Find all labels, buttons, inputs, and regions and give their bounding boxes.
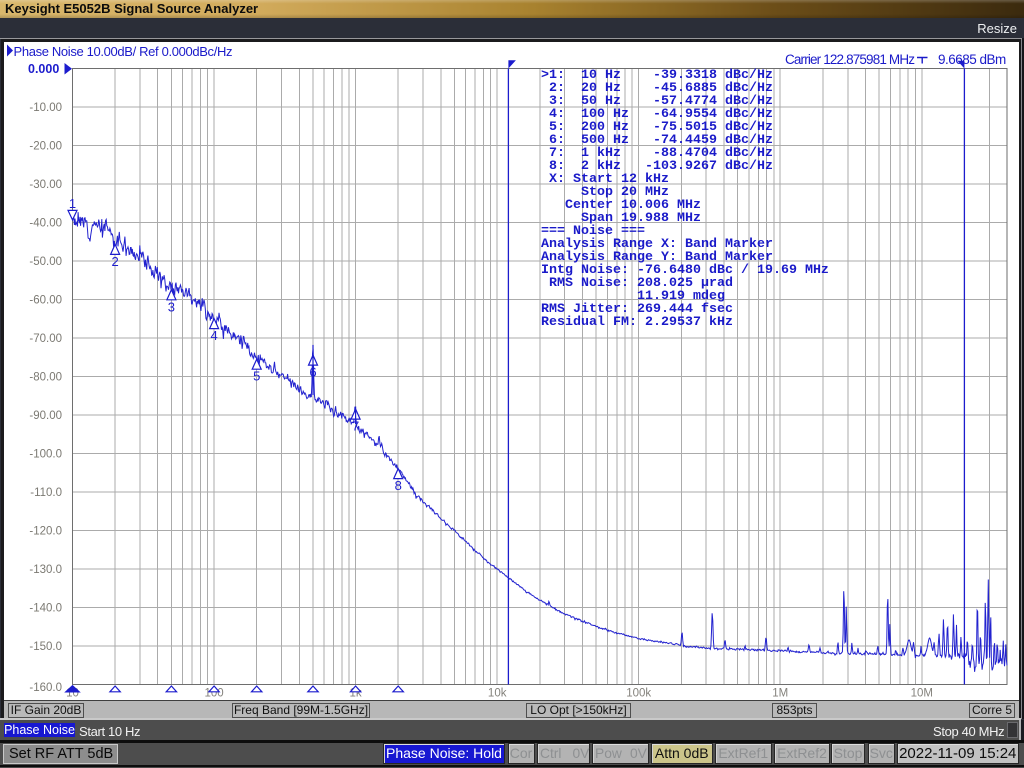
svg-text:-100.0: -100.0 [29, 449, 62, 461]
svg-text:-70.00: -70.00 [29, 333, 62, 345]
svg-text:4: 4 [210, 328, 217, 343]
svg-text:-60.00: -60.00 [29, 295, 62, 307]
svg-text:6: 6 [309, 365, 316, 380]
svg-text:-160.0: -160.0 [29, 682, 62, 694]
svg-text:-80.00: -80.00 [29, 372, 62, 384]
svg-text:-10.00: -10.00 [29, 102, 62, 114]
svg-text:-130.0: -130.0 [29, 564, 62, 576]
svg-text:-20.00: -20.00 [29, 141, 62, 153]
svg-text:1: 1 [69, 196, 76, 211]
svg-text:-120.0: -120.0 [29, 526, 62, 538]
svg-text:-50.00: -50.00 [29, 256, 62, 268]
svg-text:-40.00: -40.00 [29, 218, 62, 230]
svg-text:8: 8 [395, 478, 402, 493]
svg-text:1M: 1M [772, 688, 788, 700]
svg-text:2: 2 [111, 254, 118, 269]
svg-text:-140.0: -140.0 [29, 603, 62, 615]
svg-text:7: 7 [352, 419, 359, 434]
svg-text:3: 3 [168, 299, 175, 314]
svg-text:-90.00: -90.00 [29, 410, 62, 422]
svg-text:100k: 100k [626, 688, 651, 700]
svg-text:-30.00: -30.00 [29, 179, 62, 191]
svg-text:-150.0: -150.0 [29, 641, 62, 653]
svg-text:10M: 10M [911, 688, 933, 700]
svg-text:-110.0: -110.0 [30, 487, 62, 499]
svg-text:5: 5 [253, 369, 260, 384]
svg-text:10k: 10k [488, 688, 507, 700]
